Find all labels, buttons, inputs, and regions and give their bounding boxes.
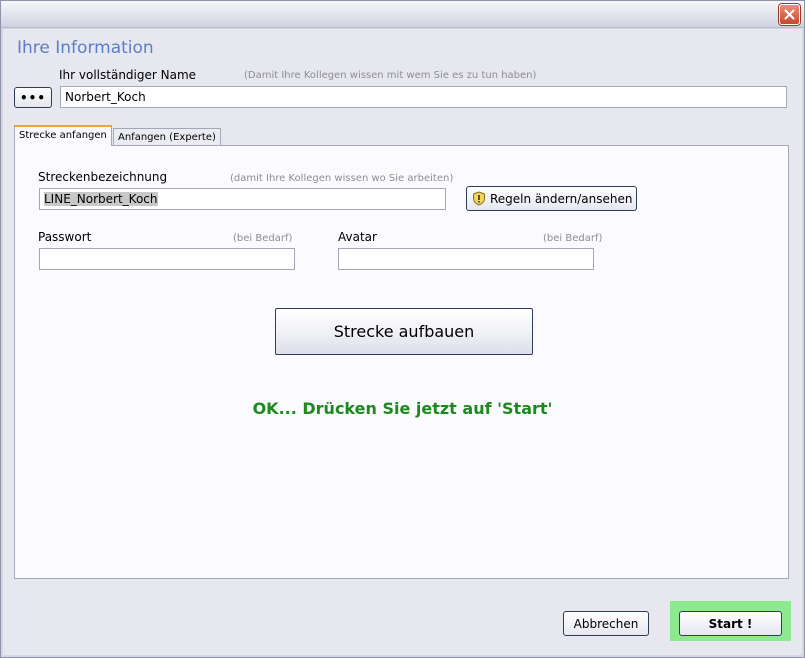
rules-button[interactable]: Regeln ändern/ansehen <box>466 186 637 211</box>
close-button[interactable] <box>779 4 800 25</box>
tab-strecke-anfangen[interactable]: Strecke anfangen <box>14 125 112 146</box>
name-input[interactable]: Norbert_Koch <box>60 86 787 108</box>
cancel-button[interactable]: Abbrechen <box>563 611 649 636</box>
start-button[interactable]: Start ! <box>679 611 782 636</box>
line-input[interactable]: LINE_Norbert_Koch <box>39 188 446 210</box>
line-hint: (damit Ihre Kollegen wissen wo Sie arbei… <box>230 173 454 184</box>
password-input[interactable] <box>39 248 295 270</box>
avatar-input[interactable] <box>338 248 594 270</box>
status-message: OK... Drücken Sie jetzt auf 'Start' <box>252 399 553 418</box>
line-label: Streckenbezeichnung <box>38 170 168 184</box>
line-input-value: LINE_Norbert_Koch <box>44 192 158 206</box>
build-line-button[interactable]: Strecke aufbauen <box>275 308 533 355</box>
password-label: Passwort <box>38 230 92 244</box>
close-icon <box>784 9 795 20</box>
password-hint: (bei Bedarf) <box>233 233 293 244</box>
dialog-window: Ihre Information Ihr vollständiger Name … <box>0 0 805 658</box>
tab-panel <box>14 145 789 579</box>
section-title: Ihre Information <box>17 38 154 58</box>
name-hint: (Damit Ihre Kollegen wissen mit wem Sie … <box>244 70 537 81</box>
title-bar[interactable] <box>1 1 804 28</box>
name-label: Ihr vollständiger Name <box>59 68 197 82</box>
avatar-hint: (bei Bedarf) <box>543 233 603 244</box>
shield-icon <box>473 191 485 206</box>
avatar-label: Avatar <box>338 230 377 244</box>
browse-name-button[interactable]: ••• <box>14 87 52 108</box>
dialog-content: Ihre Information Ihr vollständiger Name … <box>3 29 802 655</box>
rules-button-label: Regeln ändern/ansehen <box>490 191 633 206</box>
